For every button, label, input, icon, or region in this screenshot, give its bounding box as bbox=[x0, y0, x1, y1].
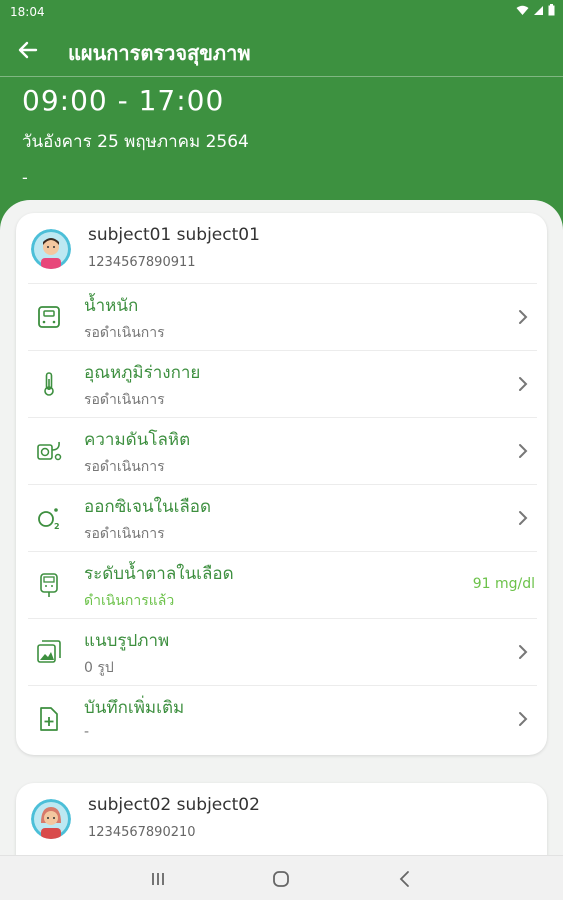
status-icons bbox=[516, 4, 555, 16]
subject-id: 1234567890911 bbox=[88, 255, 196, 270]
item-status: รอดำเนินการ bbox=[84, 325, 165, 341]
schedule-note: - bbox=[22, 168, 28, 187]
subject-card: subject01 subject01 1234567890911 น้ำหนั… bbox=[16, 213, 547, 755]
chevron-right-icon bbox=[519, 444, 528, 458]
image-icon bbox=[37, 640, 61, 663]
item-status: รอดำเนินการ bbox=[84, 526, 165, 542]
app-bar: แผนการตรวจสุขภาพ bbox=[0, 24, 563, 76]
item-status: ดำเนินการแล้ว bbox=[84, 593, 175, 609]
item-temperature[interactable]: อุณหภูมิร่างกาย รอดำเนินการ bbox=[28, 350, 537, 417]
chevron-right-icon bbox=[519, 712, 528, 726]
blood-pressure-icon bbox=[37, 441, 62, 461]
item-title: น้ำหนัก bbox=[84, 296, 139, 316]
chevron-right-icon bbox=[519, 645, 528, 659]
status-time: 18:04 bbox=[10, 5, 45, 19]
status-bar: 18:04 bbox=[0, 0, 563, 24]
item-status: รอดำเนินการ bbox=[84, 459, 165, 475]
chevron-right-icon bbox=[519, 310, 528, 324]
subject-name: subject01 subject01 bbox=[88, 225, 260, 245]
schedule-date: วันอังคาร 25 พฤษภาคม 2564 bbox=[22, 132, 249, 152]
avatar bbox=[31, 229, 71, 269]
item-oxygen[interactable]: 2 ออกซิเจนในเลือด รอดำเนินการ bbox=[28, 484, 537, 551]
signal-icon bbox=[534, 5, 543, 15]
chevron-right-icon bbox=[519, 511, 528, 525]
item-blood-pressure[interactable]: ความดันโลหิต รอดำเนินการ bbox=[28, 417, 537, 484]
chevron-right-icon bbox=[519, 377, 528, 391]
item-additional-notes[interactable]: บันทึกเพิ่มเติม - bbox=[28, 685, 537, 752]
home-icon[interactable] bbox=[269, 867, 293, 891]
subject-header[interactable]: subject02 subject02 1234567890210 bbox=[16, 783, 547, 853]
back-icon[interactable] bbox=[393, 867, 417, 891]
page-title: แผนการตรวจสุขภาพ bbox=[68, 41, 251, 65]
thermometer-icon bbox=[44, 372, 54, 396]
item-status: รอดำเนินการ bbox=[84, 392, 165, 408]
item-title: แนบรูปภาพ bbox=[84, 631, 170, 651]
weight-scale-icon bbox=[38, 306, 60, 328]
item-title: ออกซิเจนในเลือด bbox=[84, 497, 212, 517]
note-add-icon bbox=[40, 707, 58, 731]
avatar bbox=[31, 799, 71, 839]
schedule-time-range: 09:00 - 17:00 bbox=[22, 84, 225, 117]
item-title: ระดับน้ำตาลในเลือด bbox=[84, 564, 234, 584]
item-blood-sugar[interactable]: ระดับน้ำตาลในเลือด ดำเนินการแล้ว 91 mg/d… bbox=[28, 551, 537, 618]
item-title: อุณหภูมิร่างกาย bbox=[84, 363, 201, 383]
subject-id: 1234567890210 bbox=[88, 825, 196, 840]
header-divider bbox=[0, 76, 563, 77]
oxygen-icon: 2 bbox=[38, 508, 60, 531]
item-status: 0 รูป bbox=[84, 660, 114, 676]
item-status: - bbox=[84, 724, 90, 740]
item-title: ความดันโลหิต bbox=[84, 430, 191, 450]
subject-header: subject01 subject01 1234567890911 bbox=[16, 213, 547, 283]
subject-name: subject02 subject02 bbox=[88, 795, 260, 815]
item-value: 91 mg/dl bbox=[472, 576, 535, 592]
wifi-icon bbox=[516, 5, 529, 15]
item-weight[interactable]: น้ำหนัก รอดำเนินการ bbox=[28, 283, 537, 350]
item-attach-photos[interactable]: แนบรูปภาพ 0 รูป bbox=[28, 618, 537, 685]
item-title: บันทึกเพิ่มเติม bbox=[84, 698, 185, 718]
glucose-meter-icon bbox=[40, 573, 58, 597]
back-arrow-icon[interactable] bbox=[14, 36, 42, 64]
recent-apps-icon[interactable] bbox=[146, 867, 170, 891]
svg-text:2: 2 bbox=[54, 522, 60, 531]
battery-icon bbox=[548, 4, 555, 16]
system-nav-bar bbox=[0, 855, 563, 900]
